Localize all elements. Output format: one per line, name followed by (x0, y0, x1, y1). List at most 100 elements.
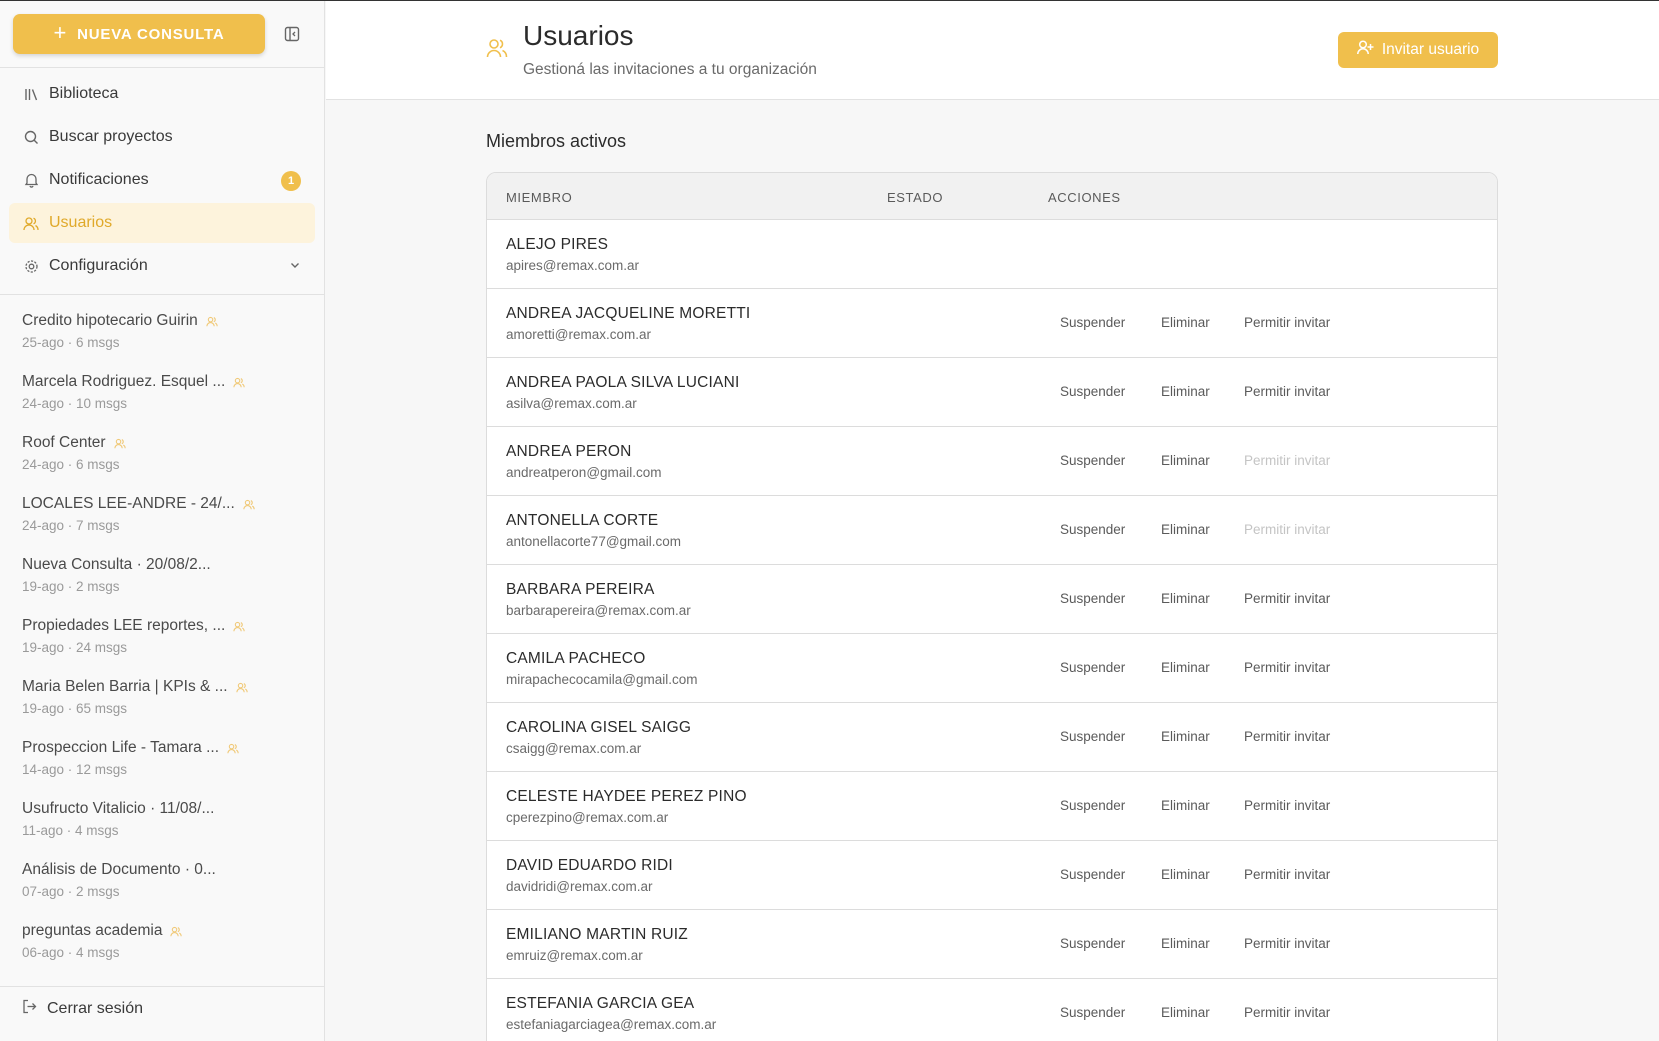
conversation-item[interactable]: Maria Belen Barria | KPIs & ... 19-ago · … (22, 678, 312, 739)
conversation-item[interactable]: preguntas academia 06-ago · 4 msgs (22, 922, 312, 983)
sidebar-item-usuarios[interactable]: Usuarios (9, 203, 315, 243)
conversation-title: Nueva Consulta · 20/08/2... (22, 556, 211, 573)
delete-button[interactable]: Eliminar (1161, 936, 1210, 951)
column-header-miembro: MIEMBRO (506, 190, 573, 205)
delete-button[interactable]: Eliminar (1161, 591, 1210, 606)
member-email: andreatperon@gmail.com (506, 465, 662, 480)
delete-button[interactable]: Eliminar (1161, 660, 1210, 675)
table-row: BARBARA PEREIRA barbarapereira@remax.com.… (487, 565, 1497, 634)
conversation-list: Credito hipotecario Guirin 25-ago · 6 msg… (22, 312, 312, 983)
logout-icon (22, 999, 37, 1019)
conversation-title: Propiedades LEE reportes, ... (22, 617, 226, 634)
allow-invite-button[interactable]: Permitir invitar (1244, 729, 1330, 744)
sidebar-item-buscar-proyectos[interactable]: Buscar proyectos (9, 117, 315, 157)
conversation-title-row: Prospeccion Life - Tamara ... (22, 739, 312, 757)
conversation-meta: 24-ago · 6 msgs (22, 457, 120, 472)
conversation-item[interactable]: Roof Center 24-ago · 6 msgs (22, 434, 312, 495)
member-email: antonellacorte77@gmail.com (506, 534, 682, 549)
member-email: barbarapereira@remax.com.ar (506, 603, 691, 618)
conversation-item[interactable]: Nueva Consulta · 20/08/2... 19-ago · 2 ms… (22, 556, 312, 617)
delete-button[interactable]: Eliminar (1161, 798, 1210, 813)
table-row: EMILIANO MARTIN RUIZ emruiz@remax.com.ar S… (487, 910, 1497, 979)
suspend-button[interactable]: Suspender (1060, 936, 1125, 951)
member-email: emruiz@remax.com.ar (506, 948, 643, 963)
conversation-item[interactable]: Propiedades LEE reportes, ... 19-ago · 24… (22, 617, 312, 678)
new-consulta-button[interactable]: + NUEVA CONSULTA (13, 14, 265, 54)
table-body: ALEJO PIRES apires@remax.com.ar ANDREA JAC… (487, 220, 1497, 1041)
delete-button[interactable]: Eliminar (1161, 453, 1210, 468)
shared-users-icon (113, 438, 126, 449)
chevron-down-icon[interactable] (289, 258, 301, 276)
suspend-button[interactable]: Suspender (1060, 384, 1125, 399)
allow-invite-button[interactable]: Permitir invitar (1244, 1005, 1330, 1020)
sidebar-item-label: Notificaciones (49, 171, 149, 188)
member-name: ESTEFANIA GARCIA GEA (506, 995, 695, 1012)
member-name: ANDREA PAOLA SILVA LUCIANI (506, 374, 740, 391)
member-name: BARBARA PEREIRA (506, 581, 655, 598)
conversation-title: preguntas academia (22, 922, 163, 939)
delete-button[interactable]: Eliminar (1161, 867, 1210, 882)
shared-users-icon (235, 682, 248, 693)
conversation-title: Usufructo Vitalicio · 11/08/... (22, 800, 215, 817)
users-icon (486, 38, 508, 63)
conversation-meta: 19-ago · 65 msgs (22, 701, 128, 716)
allow-invite-button[interactable]: Permitir invitar (1244, 867, 1330, 882)
conversation-title: Análisis de Documento · 0... (22, 861, 216, 878)
allow-invite-button[interactable]: Permitir invitar (1244, 384, 1330, 399)
conversation-item[interactable]: Usufructo Vitalicio · 11/08/... 11-ago · … (22, 800, 312, 861)
allow-invite-button[interactable]: Permitir invitar (1244, 660, 1330, 675)
collapse-sidebar-icon[interactable] (282, 24, 302, 44)
delete-button[interactable]: Eliminar (1161, 729, 1210, 744)
library-icon (23, 86, 39, 102)
suspend-button[interactable]: Suspender (1060, 867, 1125, 882)
conversation-item[interactable]: LOCALES LEE-ANDRE - 24/... 24-ago · 7 msg… (22, 495, 312, 556)
conversation-meta: 11-ago · 4 msgs (22, 823, 119, 838)
conversation-title-row: Maria Belen Barria | KPIs & ... (22, 678, 312, 696)
sidebar-item-label: Biblioteca (49, 85, 119, 102)
sidebar-item-configuracion[interactable]: Configuración (9, 246, 315, 286)
conversation-title: LOCALES LEE-ANDRE - 24/... (22, 495, 235, 512)
plus-icon: + (53, 20, 68, 45)
delete-button[interactable]: Eliminar (1161, 315, 1210, 330)
allow-invite-button[interactable]: Permitir invitar (1244, 798, 1330, 813)
conversation-item[interactable]: Análisis de Documento · 0... 07-ago · 2 m… (22, 861, 312, 922)
conversation-title-row: preguntas academia (22, 922, 312, 940)
suspend-button[interactable]: Suspender (1060, 315, 1125, 330)
conversation-title-row: LOCALES LEE-ANDRE - 24/... (22, 495, 312, 513)
conversation-title-row: Análisis de Documento · 0... (22, 861, 312, 879)
table-header: MIEMBRO ESTADO ACCIONES (487, 173, 1497, 220)
conversation-title-row: Propiedades LEE reportes, ... (22, 617, 312, 635)
conversation-item[interactable]: Marcela Rodriguez. Esquel ... 24-ago · 10… (22, 373, 312, 434)
allow-invite-button[interactable]: Permitir invitar (1244, 591, 1330, 606)
suspend-button[interactable]: Suspender (1060, 798, 1125, 813)
delete-button[interactable]: Eliminar (1161, 522, 1210, 537)
conversation-meta: 24-ago · 7 msgs (22, 518, 120, 533)
users-icon (23, 215, 39, 231)
conversation-item[interactable]: Prospeccion Life - Tamara ... 14-ago · 12… (22, 739, 312, 800)
logout-button[interactable]: Cerrar sesión (22, 999, 143, 1019)
conversation-title-row: Usufructo Vitalicio · 11/08/... (22, 800, 312, 818)
conversation-item[interactable]: Credito hipotecario Guirin 25-ago · 6 msg… (22, 312, 312, 373)
table-row: DAVID EDUARDO RIDI davidridi@remax.com.ar… (487, 841, 1497, 910)
suspend-button[interactable]: Suspender (1060, 1005, 1125, 1020)
suspend-button[interactable]: Suspender (1060, 522, 1125, 537)
suspend-button[interactable]: Suspender (1060, 591, 1125, 606)
table-row: ANDREA PERON andreatperon@gmail.com Suspen… (487, 427, 1497, 496)
suspend-button[interactable]: Suspender (1060, 453, 1125, 468)
suspend-button[interactable]: Suspender (1060, 660, 1125, 675)
delete-button[interactable]: Eliminar (1161, 384, 1210, 399)
table-row: ESTEFANIA GARCIA GEA estefaniagarciagea@r… (487, 979, 1497, 1041)
sidebar-item-notificaciones[interactable]: Notificaciones 1 (9, 160, 315, 200)
sidebar: + NUEVA CONSULTA Biblioteca Buscar proye… (0, 0, 325, 1041)
invite-user-button[interactable]: Invitar usuario (1338, 32, 1498, 68)
conversation-title: Credito hipotecario Guirin (22, 312, 198, 329)
conversation-meta: 19-ago · 2 msgs (22, 579, 120, 594)
allow-invite-button[interactable]: Permitir invitar (1244, 315, 1330, 330)
sidebar-item-biblioteca[interactable]: Biblioteca (9, 74, 315, 114)
conversation-title-row: Credito hipotecario Guirin (22, 312, 312, 330)
allow-invite-button[interactable]: Permitir invitar (1244, 936, 1330, 951)
delete-button[interactable]: Eliminar (1161, 1005, 1210, 1020)
conversation-meta: 14-ago · 12 msgs (22, 762, 128, 777)
suspend-button[interactable]: Suspender (1060, 729, 1125, 744)
member-name: ALEJO PIRES (506, 236, 609, 253)
